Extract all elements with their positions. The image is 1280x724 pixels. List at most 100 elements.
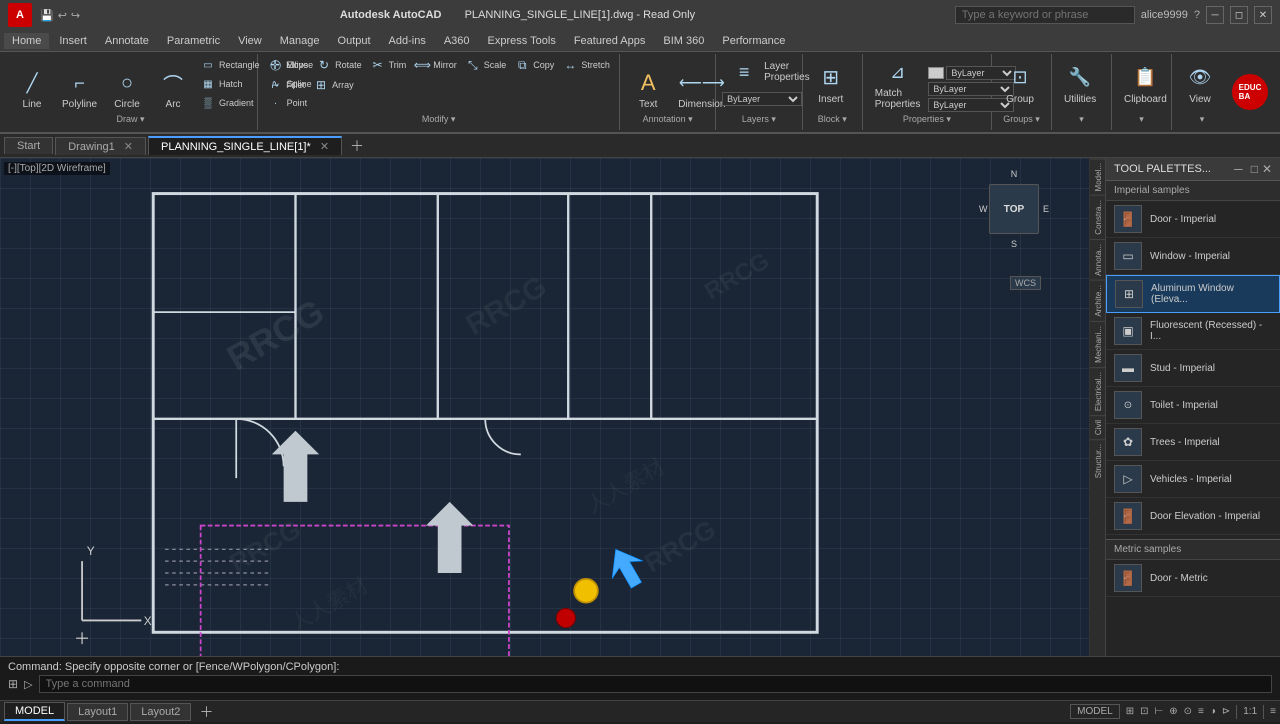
array-label: Array: [332, 80, 354, 90]
palette-item-door-elevation[interactable]: 🚪 Door Elevation - Imperial: [1106, 498, 1280, 535]
transparency-btn[interactable]: ◑: [1210, 706, 1216, 717]
menu-bim360[interactable]: BIM 360: [655, 33, 712, 49]
tool-rectangle[interactable]: ▭Rectangle: [197, 56, 263, 74]
menu-insert[interactable]: Insert: [51, 33, 95, 49]
palette-item-window-imperial[interactable]: ▭ Window - Imperial: [1106, 238, 1280, 275]
help-icon[interactable]: ?: [1194, 9, 1200, 21]
command-input[interactable]: [39, 675, 1272, 693]
menu-view[interactable]: View: [230, 33, 270, 49]
tool-utilities[interactable]: 🔧 Utilities: [1058, 60, 1102, 107]
compass-south: S: [1011, 239, 1017, 249]
tool-line[interactable]: ╱ Line: [10, 65, 54, 112]
tool-polyline[interactable]: ⌐ Polyline: [56, 65, 103, 112]
menu-addins[interactable]: Add-ins: [381, 33, 434, 49]
tool-text[interactable]: A Text: [626, 65, 670, 112]
quick-access-undo[interactable]: ↩: [58, 9, 67, 22]
palette-item-door-metric[interactable]: 🚪 Door - Metric: [1106, 560, 1280, 597]
tool-group[interactable]: ⊡ Group: [998, 60, 1042, 107]
tool-clipboard[interactable]: 📋 Clipboard: [1118, 60, 1173, 107]
customization-btn[interactable]: ≡: [1270, 706, 1276, 717]
tool-circle[interactable]: ○ Circle: [105, 65, 149, 112]
minimize-button[interactable]: ─: [1206, 6, 1224, 24]
menu-express-tools[interactable]: Express Tools: [480, 33, 564, 49]
restore-button[interactable]: ◻: [1230, 6, 1248, 24]
close-button[interactable]: ✕: [1254, 6, 1272, 24]
osnap-btn[interactable]: ⊙: [1184, 706, 1192, 717]
side-tab-constraints[interactable]: Constra...: [1090, 195, 1105, 239]
side-tab-structur[interactable]: Structur...: [1090, 439, 1105, 482]
side-tab-archite[interactable]: Archite...: [1090, 280, 1105, 321]
polar-btn[interactable]: ⊕: [1169, 706, 1177, 717]
layer-icon: ≡: [728, 56, 760, 88]
grid-btn[interactable]: ⊞: [1126, 706, 1134, 717]
tool-trim[interactable]: ✂Trim: [367, 56, 410, 74]
close-planning[interactable]: ✕: [320, 141, 329, 153]
menu-annotate[interactable]: Annotate: [97, 33, 157, 49]
layer-select[interactable]: ByLayer: [722, 92, 802, 106]
quick-access-save[interactable]: 💾: [40, 9, 54, 22]
side-tab-annotate[interactable]: Annota...: [1090, 239, 1105, 280]
palette-item-vehicles[interactable]: ▷ Vehicles - Imperial: [1106, 461, 1280, 498]
hatch-label: Hatch: [219, 79, 243, 89]
quick-access-redo[interactable]: ↪: [71, 9, 80, 22]
tool-fillet[interactable]: ⌐Fillet: [264, 76, 308, 94]
ribbon-group-draw: ╱ Line ⌐ Polyline ○ Circle ⌒ Arc ▭Recta: [4, 54, 258, 130]
menu-parametric[interactable]: Parametric: [159, 33, 228, 49]
canvas-area[interactable]: [-][Top][2D Wireframe]: [0, 158, 1089, 656]
menu-output[interactable]: Output: [330, 33, 379, 49]
tool-insert[interactable]: ⊞ Insert: [809, 60, 853, 107]
search-input[interactable]: [955, 6, 1135, 24]
side-tab-electrical[interactable]: Electrical...: [1090, 367, 1105, 415]
tool-mirror[interactable]: ⟺Mirror: [411, 56, 460, 74]
palette-item-toilet[interactable]: ⊙ Toilet - Imperial: [1106, 387, 1280, 424]
dynin-btn[interactable]: ⊳: [1222, 706, 1230, 717]
tab-layout2[interactable]: Layout2: [130, 703, 191, 721]
menu-manage[interactable]: Manage: [272, 33, 328, 49]
palette-item-fluorescent[interactable]: ▣ Fluorescent (Recessed) - I...: [1106, 313, 1280, 350]
tab-model[interactable]: MODEL: [4, 702, 65, 721]
palette-item-stud[interactable]: ▬ Stud - Imperial: [1106, 350, 1280, 387]
tool-arc[interactable]: ⌒ Arc: [151, 65, 195, 112]
side-tab-models[interactable]: Model...: [1090, 158, 1105, 195]
palette-maximize-button[interactable]: □: [1251, 162, 1258, 176]
menu-featured-apps[interactable]: Featured Apps: [566, 33, 654, 49]
side-tab-mechani[interactable]: Mechani...: [1090, 321, 1105, 367]
arc-label: Arc: [166, 99, 181, 110]
command-expand-icon[interactable]: ⊞: [8, 677, 18, 691]
palette-item-door-imperial[interactable]: 🚪 Door - Imperial: [1106, 201, 1280, 238]
tool-scale[interactable]: ⤡Scale: [462, 56, 510, 74]
ribbon-group-properties: ⊿ MatchProperties ByLayer ByLayer ByLaye…: [863, 54, 992, 130]
tool-layer-properties[interactable]: ≡ LayerProperties: [722, 54, 816, 90]
palette-close-button[interactable]: ✕: [1262, 162, 1272, 176]
workspace: [-][Top][2D Wireframe]: [0, 158, 1280, 656]
tool-copy[interactable]: ⧉Copy: [511, 56, 557, 74]
insert-label: Insert: [818, 94, 843, 105]
close-drawing1[interactable]: ✕: [124, 141, 133, 153]
tab-start[interactable]: Start: [4, 137, 53, 154]
compass-inner[interactable]: TOP: [989, 184, 1039, 234]
tool-match-properties[interactable]: ⊿ MatchProperties: [869, 54, 927, 112]
palette-item-trees[interactable]: ✿ Trees - Imperial: [1106, 424, 1280, 461]
tool-stretch[interactable]: ↔Stretch: [559, 56, 613, 74]
palette-minimize-button[interactable]: ─: [1234, 162, 1243, 176]
palette-item-aluminum-window[interactable]: ⊞ Aluminum Window (Eleva...: [1106, 275, 1280, 313]
menu-performance[interactable]: Performance: [714, 33, 793, 49]
menu-a360[interactable]: A360: [436, 33, 478, 49]
tab-layout1[interactable]: Layout1: [67, 703, 128, 721]
tool-move[interactable]: ✛Move: [264, 56, 311, 74]
add-tab-button[interactable]: ＋: [344, 134, 370, 158]
tool-gradient[interactable]: ▒Gradient: [197, 94, 263, 112]
tab-drawing1[interactable]: Drawing1 ✕: [55, 137, 146, 155]
tool-rotate[interactable]: ↻Rotate: [313, 56, 365, 74]
side-tab-civil[interactable]: Civil: [1090, 415, 1105, 439]
tool-view[interactable]: 👁 View: [1178, 60, 1222, 107]
autocad-logo: A: [8, 3, 32, 27]
tool-hatch[interactable]: ▦Hatch: [197, 75, 263, 93]
snap-btn[interactable]: ⊡: [1140, 706, 1148, 717]
menu-home[interactable]: Home: [4, 33, 49, 49]
ortho-btn[interactable]: ⊢: [1154, 706, 1163, 717]
tool-array[interactable]: ⊞Array: [310, 76, 357, 94]
lineweight-btn[interactable]: ≡: [1198, 706, 1204, 717]
tab-planning[interactable]: PLANNING_SINGLE_LINE[1]* ✕: [148, 136, 342, 155]
model-status-btn[interactable]: MODEL: [1070, 704, 1120, 719]
